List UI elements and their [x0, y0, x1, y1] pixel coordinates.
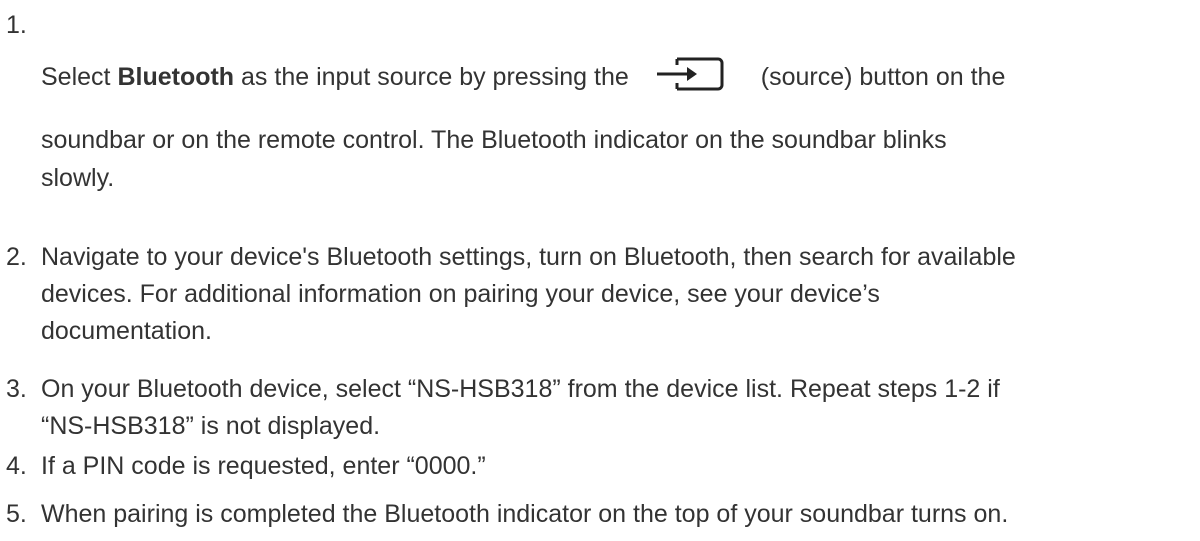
step-3-line-1: On your Bluetooth device, select “NS-HSB…: [41, 375, 1000, 403]
step-2-line-2: devices. For additional information on p…: [41, 280, 880, 308]
step-1-line-2: soundbar or on the remote control. The B…: [41, 126, 947, 154]
step-4-line-1: If a PIN code is requested, enter “0000.…: [41, 452, 486, 480]
step-4-number: 4.: [6, 452, 27, 480]
source-input-icon: [655, 53, 735, 93]
step-3-line-2: “NS-HSB318” is not displayed.: [41, 412, 381, 440]
step-2-number: 2.: [6, 243, 27, 271]
step-1-text-after-icon: (source) button on the: [760, 63, 1006, 91]
instruction-steps: 1. Select Bluetooth as the input source …: [0, 0, 1200, 541]
step-5-number: 5.: [6, 500, 27, 528]
step-1-text-after: as the input source by pressing the: [234, 63, 629, 91]
step-2-line-3: documentation.: [41, 317, 212, 345]
step-3-number: 3.: [6, 375, 27, 403]
step-1-line-3: slowly.: [41, 164, 115, 192]
step-2-line-1: Navigate to your device's Bluetooth sett…: [41, 243, 1016, 271]
step-1-bold-bluetooth: Bluetooth: [117, 63, 235, 91]
step-1-text-before: Select: [41, 63, 118, 91]
step-1-line-1: Select Bluetooth as the input source by …: [41, 53, 1005, 96]
step-1-number: 1.: [6, 11, 27, 39]
step-5-line-1: When pairing is completed the Bluetooth …: [41, 500, 1009, 528]
